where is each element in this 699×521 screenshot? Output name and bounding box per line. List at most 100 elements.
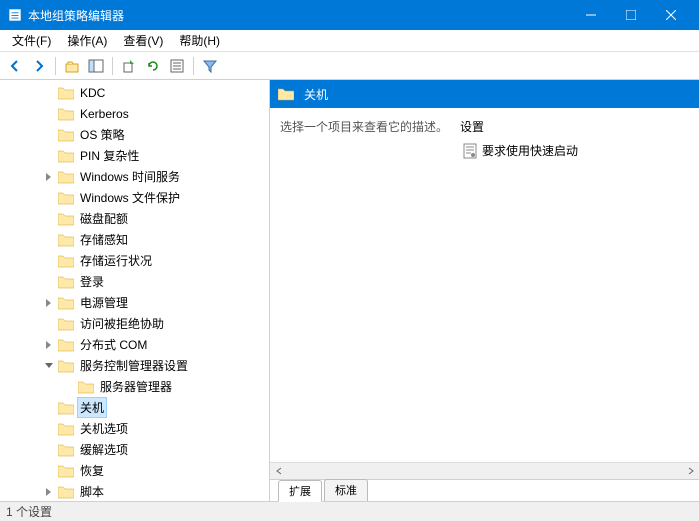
toolbar-separator	[55, 57, 56, 75]
minimize-button[interactable]	[571, 0, 611, 30]
tree-item-label: 关机	[78, 398, 106, 417]
menubar: 文件(F) 操作(A) 查看(V) 帮助(H)	[0, 30, 699, 52]
folder-icon	[58, 401, 74, 415]
tree-item-label: 登录	[78, 272, 106, 291]
refresh-button[interactable]	[142, 55, 164, 77]
tree-item-label: 磁盘配额	[78, 209, 130, 228]
tree-item[interactable]: 恢复	[0, 460, 269, 481]
setting-label: 要求使用快速启动	[482, 142, 578, 159]
tree-item[interactable]: PIN 复杂性	[0, 145, 269, 166]
detail-header: 关机	[270, 80, 699, 108]
content-area: KDC Kerberos OS 策略 PIN 复杂性 Windows 时间服务 Windo…	[0, 80, 699, 501]
filter-button[interactable]	[199, 55, 221, 77]
folder-icon	[58, 275, 74, 289]
toolbar-separator	[112, 57, 113, 75]
tree-item-label: 存储感知	[78, 230, 130, 249]
tree-item-label: 存储运行状况	[78, 251, 154, 270]
tree-item-label: 缓解选项	[78, 440, 130, 459]
toolbar-separator	[193, 57, 194, 75]
detail-pane: 关机 选择一个项目来查看它的描述。 设置 要求使用快速启动 扩展 标准	[270, 80, 699, 501]
horizontal-scrollbar[interactable]	[270, 462, 699, 479]
folder-icon	[58, 233, 74, 247]
window-titlebar: 本地组策略编辑器	[0, 0, 699, 30]
forward-button[interactable]	[28, 55, 50, 77]
properties-button[interactable]	[166, 55, 188, 77]
tree-item-label: 恢复	[78, 461, 106, 480]
tab-standard[interactable]: 标准	[324, 479, 368, 501]
scroll-left-button[interactable]	[270, 463, 287, 480]
tree-item-label: 关机选项	[78, 419, 130, 438]
maximize-button[interactable]	[611, 0, 651, 30]
folder-icon	[58, 485, 74, 499]
menu-help[interactable]: 帮助(H)	[171, 30, 228, 51]
folder-icon	[58, 359, 74, 373]
app-icon	[8, 8, 22, 22]
statusbar: 1 个设置	[0, 501, 699, 521]
tree-item-label: PIN 复杂性	[78, 146, 141, 165]
policy-icon	[462, 143, 478, 159]
tree-item[interactable]: Windows 文件保护	[0, 187, 269, 208]
folder-icon	[58, 149, 74, 163]
tree-item-label: 服务器管理器	[98, 377, 174, 396]
folder-icon	[58, 107, 74, 121]
folder-icon	[58, 254, 74, 268]
folder-icon	[58, 338, 74, 352]
folder-icon	[58, 422, 74, 436]
folder-icon	[58, 170, 74, 184]
tree-item-label: 服务控制管理器设置	[78, 356, 190, 375]
tree-item[interactable]: 服务器管理器	[0, 376, 269, 397]
settings-column-header[interactable]: 设置	[460, 118, 689, 135]
window-title: 本地组策略编辑器	[28, 7, 571, 24]
folder-icon	[78, 380, 94, 394]
tree-item[interactable]: 磁盘配额	[0, 208, 269, 229]
tree-item[interactable]: 电源管理	[0, 292, 269, 313]
detail-title: 关机	[304, 86, 328, 103]
tree-item-label: KDC	[78, 85, 107, 101]
tree-item-label: OS 策略	[78, 125, 127, 144]
tree-scroll[interactable]: KDC Kerberos OS 策略 PIN 复杂性 Windows 时间服务 Windo…	[0, 80, 269, 501]
folder-icon	[58, 191, 74, 205]
folder-icon	[58, 464, 74, 478]
tree-item[interactable]: Windows 时间服务	[0, 166, 269, 187]
folder-icon	[58, 443, 74, 457]
tree-item-label: Kerberos	[78, 106, 131, 122]
status-text: 1 个设置	[6, 503, 52, 520]
tree-item[interactable]: OS 策略	[0, 124, 269, 145]
menu-action[interactable]: 操作(A)	[59, 30, 115, 51]
setting-item[interactable]: 要求使用快速启动	[460, 141, 689, 160]
tab-extended[interactable]: 扩展	[278, 480, 322, 502]
tree-item[interactable]: 存储运行状况	[0, 250, 269, 271]
export-button[interactable]	[118, 55, 140, 77]
menu-view[interactable]: 查看(V)	[115, 30, 171, 51]
folder-icon	[278, 87, 294, 101]
tree-item[interactable]: 服务控制管理器设置	[0, 355, 269, 376]
tree-item[interactable]: 存储感知	[0, 229, 269, 250]
scroll-right-button[interactable]	[682, 463, 699, 480]
detail-hint: 选择一个项目来查看它的描述。	[280, 118, 460, 135]
back-button[interactable]	[4, 55, 26, 77]
tree-item[interactable]: 登录	[0, 271, 269, 292]
tree-item[interactable]: KDC	[0, 82, 269, 103]
tree-item-label: 电源管理	[78, 293, 130, 312]
tree-item[interactable]: 访问被拒绝协助	[0, 313, 269, 334]
tree-item[interactable]: 脚本	[0, 481, 269, 501]
tree-item-label: 访问被拒绝协助	[78, 314, 166, 333]
folder-icon	[58, 317, 74, 331]
tree-item[interactable]: 关机	[0, 397, 269, 418]
show-hide-tree-button[interactable]	[85, 55, 107, 77]
tree-item-label: 脚本	[78, 482, 106, 501]
close-button[interactable]	[651, 0, 691, 30]
menu-file[interactable]: 文件(F)	[4, 30, 59, 51]
detail-body: 选择一个项目来查看它的描述。 设置 要求使用快速启动	[270, 108, 699, 479]
tree-item-label: Windows 文件保护	[78, 188, 182, 207]
tree-item[interactable]: 关机选项	[0, 418, 269, 439]
up-button[interactable]	[61, 55, 83, 77]
tree-item-label: 分布式 COM	[78, 335, 149, 354]
detail-tabs-row: 扩展 标准	[270, 479, 699, 501]
folder-icon	[58, 212, 74, 226]
tree-item-label: Windows 时间服务	[78, 167, 182, 186]
tree-item[interactable]: 分布式 COM	[0, 334, 269, 355]
tree-item[interactable]: 缓解选项	[0, 439, 269, 460]
folder-icon	[58, 296, 74, 310]
tree-item[interactable]: Kerberos	[0, 103, 269, 124]
